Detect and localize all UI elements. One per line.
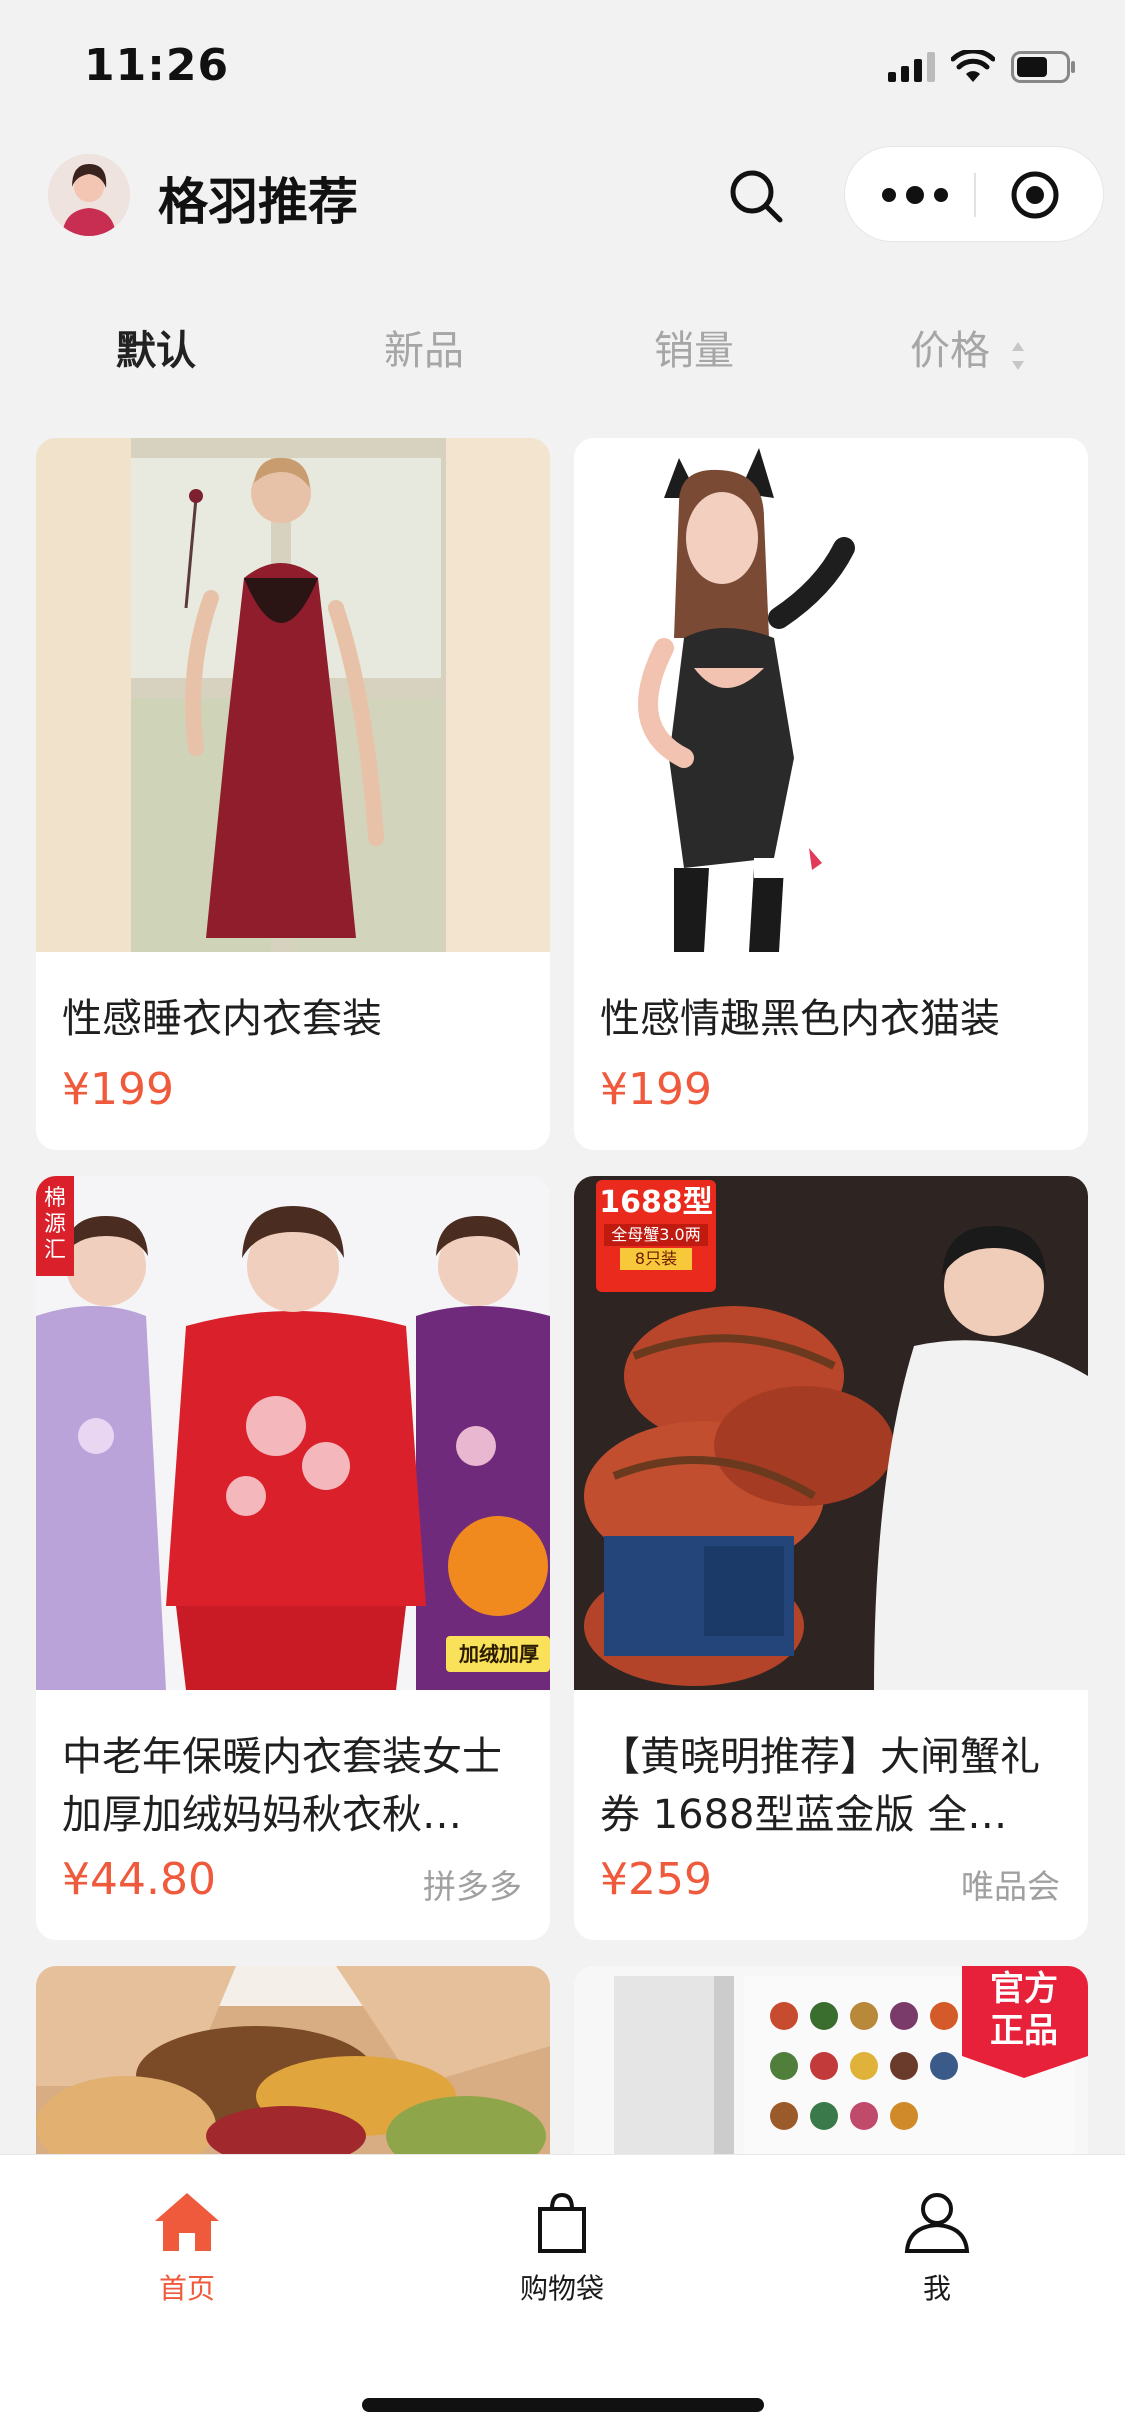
sort-tab-price[interactable]: 价格 [910, 318, 990, 376]
close-target-icon[interactable] [1009, 169, 1061, 221]
status-time: 11:26 [84, 40, 230, 91]
mini-program-capsule [844, 146, 1104, 242]
sort-tab-new[interactable]: 新品 [384, 318, 464, 376]
app-screen: 11:26 格羽推荐 默认 新品 销量 价格 性感睡衣内衣套装 ¥199 性感情… [0, 0, 1125, 2436]
status-bar: 11:26 [0, 0, 1125, 132]
sort-tab-default[interactable]: 默认 [116, 318, 196, 376]
product-name[interactable]: 性感情趣黑色内衣猫装 [600, 990, 1070, 1048]
tab-home[interactable]: 首页 [107, 2189, 267, 2307]
badge-line: 8只装 [620, 1248, 692, 1270]
avatar[interactable] [48, 154, 130, 236]
home-indicator [362, 2398, 764, 2412]
title-bar: 格羽推荐 [0, 132, 1125, 262]
product-price: ¥199 [600, 1064, 712, 1115]
official-ribbon: 官方正品 [990, 1969, 1058, 2051]
brand-tag: 棉源汇 [43, 1186, 66, 1263]
tab-shopping-bag[interactable]: 购物袋 [482, 2189, 642, 2307]
tab-label: 首页 [158, 2272, 215, 2305]
badge-title: 1688型 [599, 1185, 713, 1220]
tab-label: 购物袋 [519, 2272, 604, 2305]
product-image[interactable]: 1688型 全母蟹3.0两 8只装 [574, 1176, 1088, 1690]
search-icon[interactable] [720, 160, 792, 232]
home-icon [155, 2193, 219, 2251]
badge-line: 全母蟹3.0两 [604, 1224, 708, 1246]
product-badge: 1688型 全母蟹3.0两 8只装 [596, 1184, 716, 1272]
tab-me[interactable]: 我 [857, 2189, 1017, 2307]
more-icon[interactable] [875, 171, 955, 219]
product-image[interactable]: 棉源汇 加绒加厚 [36, 1176, 550, 1690]
product-card[interactable]: 1688型 全母蟹3.0两 8只装 【黄晓明推荐】大闸蟹礼券 1688型蓝金版 … [574, 1176, 1088, 1940]
sort-tab-sales[interactable]: 销量 [654, 318, 734, 376]
product-price: ¥259 [600, 1854, 712, 1905]
product-source: 拼多多 [423, 1867, 522, 1906]
product-price: ¥199 [62, 1064, 174, 1115]
product-badge: 加绒加厚 [459, 1642, 539, 1666]
tab-label: 我 [922, 2272, 951, 2305]
product-name[interactable]: 中老年保暖内衣套装女士加厚加绒妈妈秋衣秋… [62, 1728, 532, 1844]
shopping-bag-icon [538, 2192, 586, 2253]
capsule-divider [974, 173, 976, 217]
user-icon [904, 2193, 970, 2253]
cellular-signal-icon [888, 52, 935, 82]
page-title: 格羽推荐 [158, 173, 358, 231]
product-card[interactable]: 性感情趣黑色内衣猫装 ¥199 [574, 438, 1088, 1150]
wifi-icon [951, 50, 995, 82]
status-icons [888, 50, 1077, 84]
product-card[interactable]: 性感睡衣内衣套装 ¥199 [36, 438, 550, 1150]
product-name[interactable]: 【黄晓明推荐】大闸蟹礼券 1688型蓝金版 全… [600, 1728, 1070, 1844]
product-card[interactable]: 棉源汇 加绒加厚 中老年保暖内衣套装女士加厚加绒妈妈秋衣秋… ¥44.80 拼多… [36, 1176, 550, 1940]
battery-icon [1011, 51, 1075, 83]
product-name[interactable]: 性感睡衣内衣套装 [62, 990, 532, 1048]
product-image[interactable] [574, 438, 1088, 952]
product-image[interactable] [36, 438, 550, 952]
product-price: ¥44.80 [62, 1854, 216, 1905]
product-source: 唯品会 [961, 1867, 1060, 1906]
tab-bar: 首页 购物袋 我 [0, 2154, 1125, 2436]
sort-tabs: 默认 新品 销量 价格 [0, 318, 1125, 382]
sort-arrows-icon [1012, 342, 1024, 370]
